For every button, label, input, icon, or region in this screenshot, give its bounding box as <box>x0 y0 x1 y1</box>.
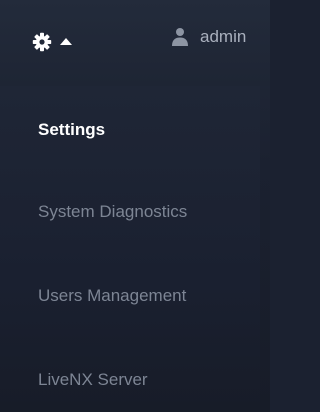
header-bar: admin <box>0 0 270 86</box>
gear-icon <box>32 32 52 52</box>
caret-up-icon <box>60 37 72 45</box>
user-menu[interactable]: admin <box>172 27 246 47</box>
menu-item-livenx-server[interactable]: LiveNX Server <box>38 370 148 390</box>
settings-menu-toggle[interactable] <box>32 28 72 56</box>
menu-item-users-management[interactable]: Users Management <box>38 286 186 306</box>
menu-item-settings[interactable]: Settings <box>38 120 105 140</box>
settings-dropdown-menu: Settings System Diagnostics Users Manage… <box>0 86 260 412</box>
user-icon <box>172 27 188 47</box>
settings-dropdown-screen: admin Settings System Diagnostics Users … <box>0 0 270 412</box>
menu-item-system-diagnostics[interactable]: System Diagnostics <box>38 202 187 222</box>
username-label: admin <box>200 27 247 46</box>
